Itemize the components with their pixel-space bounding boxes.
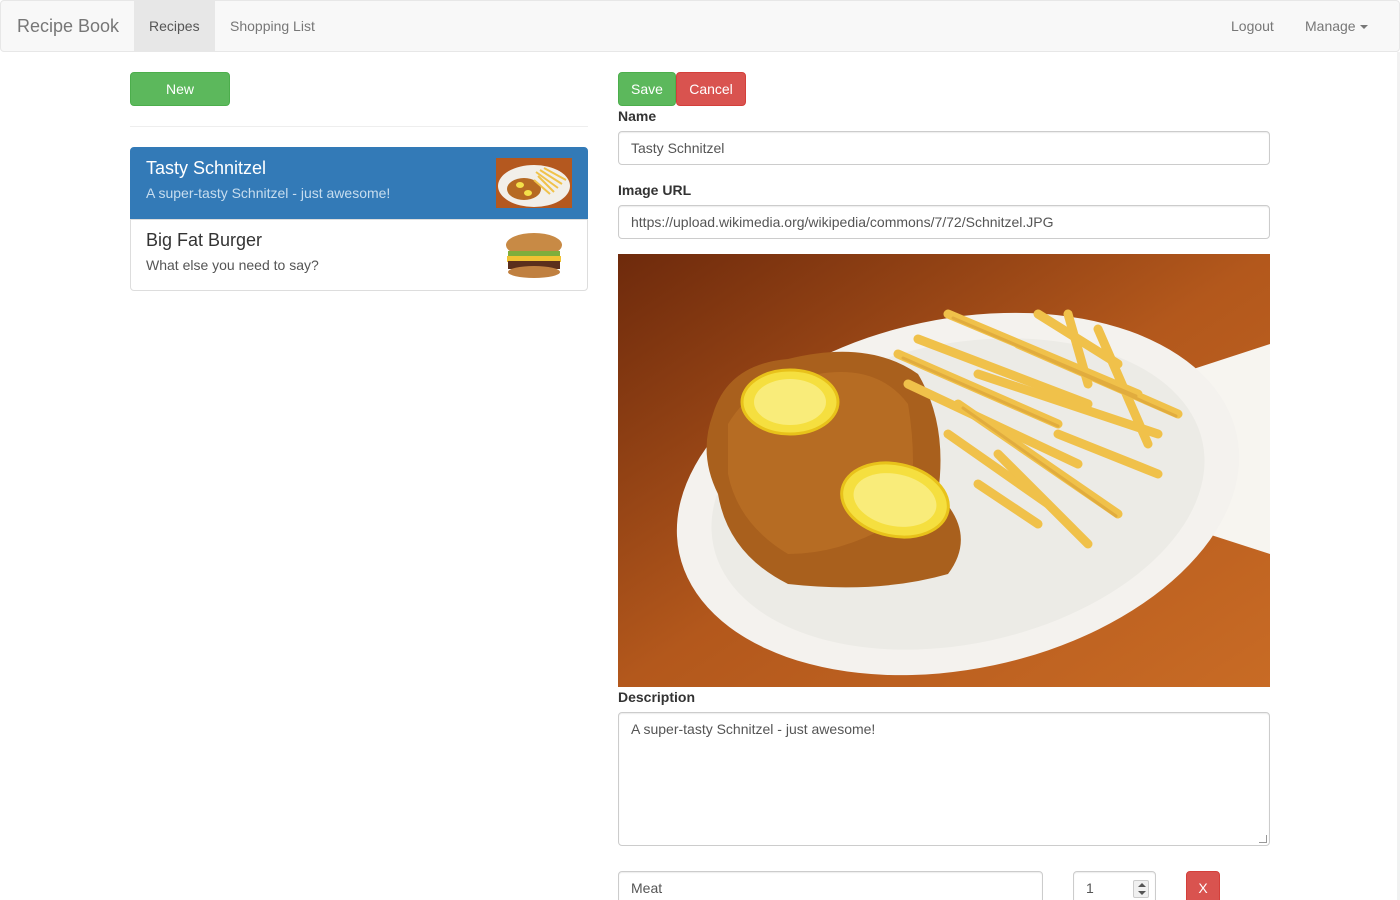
new-recipe-button[interactable]: New Recipe — [130, 72, 230, 129]
image-url-label: Image URL — [618, 182, 692, 198]
cancel-button[interactable]: Cancel — [676, 72, 746, 106]
image-url-input[interactable]: https://upload.wikimedia.org/wikipedia/c… — [618, 205, 1270, 239]
recipe-item-big-fat-burger[interactable]: Big Fat Burger What else you need to say… — [130, 219, 588, 291]
description-text: A super-tasty Schnitzel - just awesome! — [631, 721, 876, 737]
resize-handle-icon[interactable] — [1259, 835, 1267, 843]
schnitzel-thumbnail — [496, 158, 572, 208]
logout-link[interactable]: Logout — [1216, 1, 1289, 51]
manage-dropdown[interactable]: Manage — [1290, 1, 1383, 51]
recipe-description: What else you need to say? — [146, 257, 319, 273]
ingredient-amount-value: 1 — [1086, 880, 1094, 896]
tab-shopping-list[interactable]: Shopping List — [215, 1, 330, 51]
number-spinner-icon[interactable] — [1133, 880, 1149, 898]
brand-link[interactable]: Recipe Book — [17, 1, 119, 51]
description-label: Description — [618, 689, 696, 705]
recipe-title: Tasty Schnitzel — [146, 158, 267, 178]
save-button[interactable]: Save — [618, 72, 676, 106]
recipe-description: A super-tasty Schnitzel - just awesome! — [146, 185, 391, 201]
name-label: Name — [618, 108, 657, 124]
manage-label: Manage — [1305, 18, 1356, 34]
schnitzel-photo — [618, 254, 1270, 687]
recipe-item-tasty-schnitzel[interactable]: Tasty Schnitzel A super-tasty Schnitzel … — [130, 147, 588, 219]
tab-recipes[interactable]: Recipes — [134, 1, 215, 51]
name-input[interactable]: Tasty Schnitzel — [618, 131, 1270, 165]
ingredient-name-input[interactable]: Meat — [618, 871, 1043, 900]
navbar: Recipe Book Recipes Shopping List Logout… — [0, 0, 1400, 52]
remove-ingredient-button[interactable]: X — [1186, 871, 1220, 900]
caret-down-icon — [1359, 25, 1368, 30]
divider — [130, 126, 588, 127]
ingredient-amount-input[interactable]: 1 — [1073, 871, 1156, 900]
recipe-title: Big Fat Burger — [146, 230, 263, 250]
description-textarea[interactable]: A super-tasty Schnitzel - just awesome! — [618, 712, 1270, 846]
burger-thumbnail — [506, 233, 562, 278]
